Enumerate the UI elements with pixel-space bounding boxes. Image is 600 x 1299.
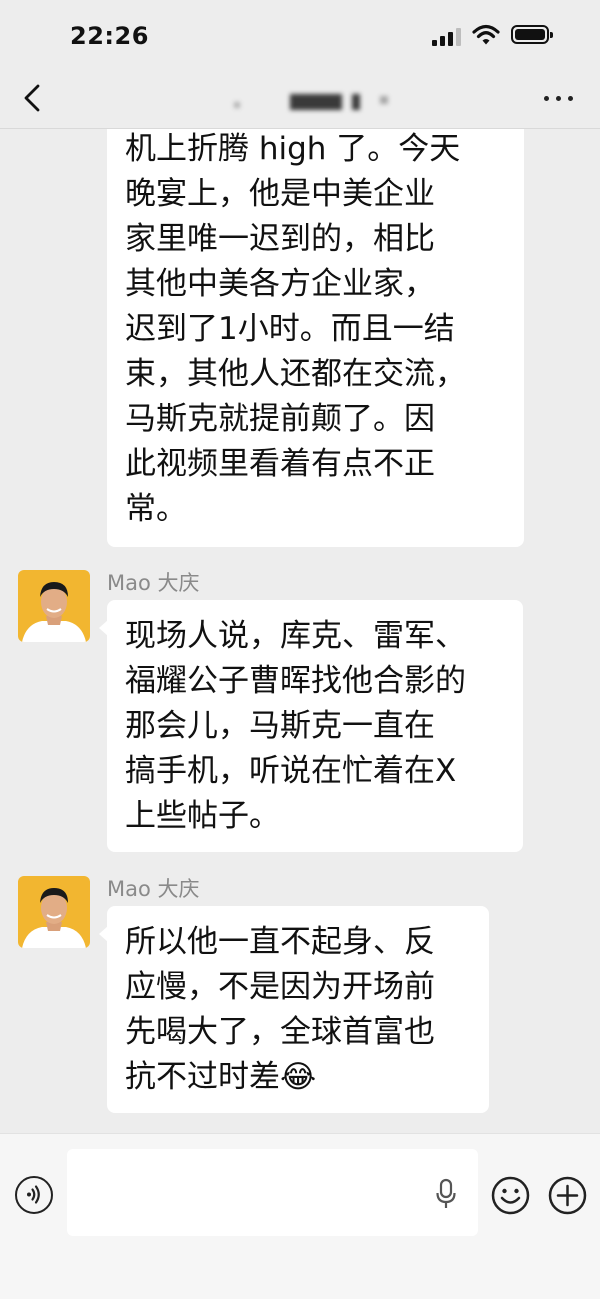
status-time: 22:26 [70, 22, 149, 50]
message-line: 抗不过时差😂 [125, 1059, 317, 1095]
message-line: 其他中美各方企业家， [125, 266, 435, 302]
chevron-left-icon[interactable] [18, 80, 54, 116]
message-line: 福耀公子曹晖找他合影的 [125, 663, 466, 699]
message-input[interactable] [67, 1149, 478, 1236]
message-line: 搞手机，听说在忙着在X [125, 753, 457, 789]
mic-icon[interactable] [435, 1178, 457, 1210]
more-dots-icon[interactable] [540, 86, 576, 110]
message-bubble: 机上折腾 high 了。今天 晚宴上，他是中美企业 家里唯一迟到的，相比 其他中… [107, 129, 524, 547]
avatar[interactable] [18, 570, 90, 642]
message-line: 此视频里看着有点不正 [125, 446, 435, 482]
plus-icon[interactable] [548, 1176, 587, 1215]
message-line: 现场人说，库克、雷军、 [125, 618, 466, 654]
message-line: 上些帖子。 [125, 798, 280, 834]
avatar[interactable] [18, 876, 90, 948]
message-line: 常。 [125, 491, 187, 527]
message-bubble: 现场人说，库克、雷军、 福耀公子曹晖找他合影的 那会儿，马斯克一直在 搞手机，听… [99, 600, 523, 852]
chat-title-obscured [230, 92, 400, 112]
sender-name: Mao 大庆 [107, 877, 200, 901]
message-line: 那会儿，马斯克一直在 [125, 708, 435, 744]
message-line: 家里唯一迟到的，相比 [125, 221, 435, 257]
sender-name: Mao 大庆 [107, 571, 200, 595]
message-line: 所以他一直不起身、反 [125, 924, 435, 960]
emoji-icon[interactable] [491, 1176, 530, 1215]
status-bar: 22:26 [0, 0, 600, 70]
message-line: 晚宴上，他是中美企业 [125, 176, 435, 212]
wifi-icon [472, 24, 500, 45]
message-line: 先喝大了，全球首富也 [125, 1014, 435, 1050]
nav-bar [0, 70, 600, 129]
battery-icon [511, 25, 553, 44]
input-bar [0, 1133, 600, 1299]
message-line: 束，其他人还都在交流， [125, 356, 466, 392]
message-line: 马斯克就提前颠了。因 [125, 401, 435, 437]
chat-area[interactable]: 机上折腾 high 了。今天 晚宴上，他是中美企业 家里唯一迟到的，相比 其他中… [0, 129, 600, 1133]
message-line: 迟到了1小时。而且一结 [125, 311, 455, 347]
message-line: 应慢，不是因为开场前 [125, 969, 435, 1005]
message-bubble: 所以他一直不起身、反 应慢，不是因为开场前 先喝大了，全球首富也 抗不过时差😂 [99, 906, 489, 1113]
message-line: 机上折腾 high 了。今天 [125, 131, 461, 167]
voice-icon[interactable] [15, 1176, 53, 1214]
signal-icon [432, 28, 464, 46]
